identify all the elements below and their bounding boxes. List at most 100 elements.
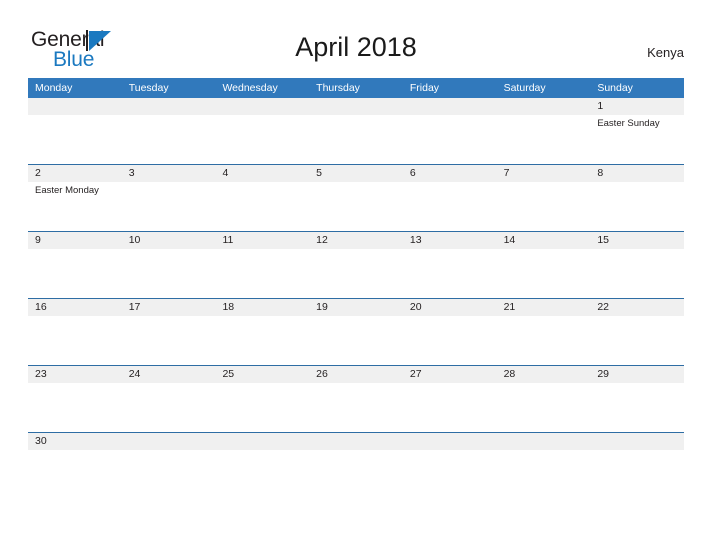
dow-sunday: Sunday (597, 82, 633, 94)
date-number[interactable]: 27 (403, 366, 497, 383)
day-events (122, 383, 216, 432)
day-events (309, 450, 403, 499)
day-events (497, 249, 591, 298)
calendar-week-row: 30 (28, 432, 684, 499)
date-number[interactable]: 6 (403, 165, 497, 182)
date-number[interactable]: 20 (403, 299, 497, 316)
page-title: April 2018 (295, 32, 417, 62)
calendar-week-row: 9 10 11 12 13 14 15 (28, 231, 684, 298)
day-events (403, 249, 497, 298)
date-number (590, 433, 684, 450)
date-number[interactable]: 8 (590, 165, 684, 182)
week-date-band: 1 (28, 98, 684, 115)
date-number[interactable]: 18 (215, 299, 309, 316)
date-number[interactable]: 9 (28, 232, 122, 249)
day-events (309, 115, 403, 164)
dow-wednesday: Wednesday (222, 82, 278, 94)
day-events (403, 182, 497, 231)
day-events (309, 182, 403, 231)
day-events (122, 450, 216, 499)
date-number[interactable]: 19 (309, 299, 403, 316)
day-events (215, 182, 309, 231)
week-date-band: 2345678 (28, 165, 684, 182)
day-events (590, 182, 684, 231)
date-number[interactable]: 23 (28, 366, 122, 383)
date-number[interactable]: 13 (403, 232, 497, 249)
country-label: Kenya (647, 45, 684, 60)
date-number[interactable]: 26 (309, 366, 403, 383)
day-events (215, 249, 309, 298)
day-events (122, 249, 216, 298)
date-number (403, 98, 497, 115)
date-number[interactable]: 21 (497, 299, 591, 316)
day-events (122, 316, 216, 365)
day-of-week-header: Monday Tuesday Wednesday Thursday Friday… (28, 78, 684, 98)
date-number[interactable]: 29 (590, 366, 684, 383)
date-number[interactable]: 14 (497, 232, 591, 249)
date-number[interactable]: 30 (28, 433, 122, 450)
day-events (497, 182, 591, 231)
day-events (309, 383, 403, 432)
date-number[interactable]: 4 (215, 165, 309, 182)
date-number (403, 433, 497, 450)
date-number (309, 433, 403, 450)
date-number[interactable]: 17 (122, 299, 216, 316)
week-date-band: 16 17 18 19 20 21 22 (28, 299, 684, 316)
day-events (590, 249, 684, 298)
dow-tuesday: Tuesday (128, 82, 169, 94)
week-event-band (28, 316, 684, 365)
page-header: General Blue April 2018 Kenya (0, 0, 712, 78)
day-events (122, 115, 216, 164)
day-events (215, 115, 309, 164)
date-number[interactable]: 7 (497, 165, 591, 182)
date-number[interactable]: 16 (28, 299, 122, 316)
day-events (403, 115, 497, 164)
date-number[interactable]: 1 (590, 98, 684, 115)
day-events (497, 450, 591, 499)
dow-thursday: Thursday (316, 82, 360, 94)
date-number (122, 433, 216, 450)
date-number[interactable]: 11 (215, 232, 309, 249)
date-number[interactable]: 25 (215, 366, 309, 383)
date-number[interactable]: 5 (309, 165, 403, 182)
date-number[interactable]: 2 (28, 165, 122, 182)
calendar-grid: Monday Tuesday Wednesday Thursday Friday… (28, 78, 684, 499)
day-events (28, 316, 122, 365)
date-number[interactable]: 22 (590, 299, 684, 316)
date-number (497, 98, 591, 115)
dow-saturday: Saturday (503, 82, 546, 94)
general-blue-logo[interactable]: General Blue (31, 29, 151, 73)
date-number[interactable]: 15 (590, 232, 684, 249)
date-number[interactable]: 28 (497, 366, 591, 383)
day-events (215, 316, 309, 365)
calendar-weeks: 1 Easter Sunday 2 3 4 5 6 7 8 Easter Monday 9 10 11 1… (28, 98, 684, 499)
day-events (215, 450, 309, 499)
date-number[interactable]: 24 (122, 366, 216, 383)
day-events (309, 316, 403, 365)
day-events (497, 115, 591, 164)
day-events (122, 182, 216, 231)
calendar-week-row: 1 Easter Sunday (28, 98, 684, 164)
calendar-week-row: 23 24 25 26 27 28 29 (28, 365, 684, 432)
date-number[interactable]: 12 (309, 232, 403, 249)
week-event-band (28, 383, 684, 432)
day-events: Easter Monday (28, 182, 122, 231)
calendar-week-row: 2 3 4 5 6 7 8 Easter Monday (28, 164, 684, 231)
week-event-band: Easter Sunday (28, 115, 684, 164)
day-events (497, 383, 591, 432)
day-events (403, 316, 497, 365)
week-date-band: 30 (28, 433, 684, 450)
day-events (309, 249, 403, 298)
day-events (28, 383, 122, 432)
date-number (122, 98, 216, 115)
week-event-band (28, 450, 684, 499)
day-events (590, 450, 684, 499)
calendar-week-row: 16 17 18 19 20 21 22 (28, 298, 684, 365)
dow-friday: Friday (409, 82, 440, 94)
date-number[interactable]: 10 (122, 232, 216, 249)
day-events (28, 249, 122, 298)
logo-word-blue: Blue (53, 48, 95, 71)
date-number (215, 98, 309, 115)
date-number[interactable]: 3 (122, 165, 216, 182)
date-number (309, 98, 403, 115)
